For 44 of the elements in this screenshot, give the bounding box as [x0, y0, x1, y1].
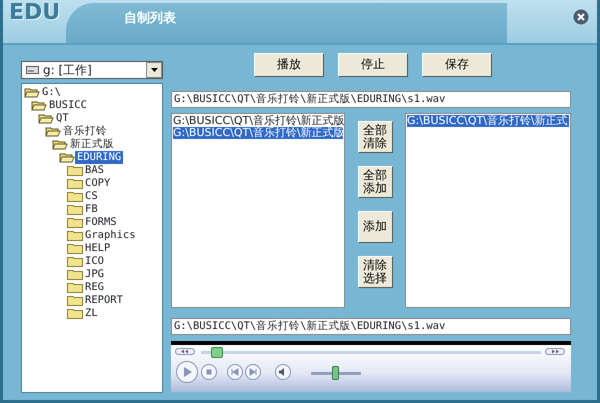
tree-item[interactable]: CS — [83, 190, 100, 203]
tree-item[interactable]: ICO — [83, 255, 106, 268]
file-field[interactable]: G:\BUSICC\QT\音乐打铃\新正式版\EDURING\s1.wav — [171, 318, 571, 335]
list-item[interactable]: G:\BUSICC\QT\音乐打铃\新正式版 — [173, 115, 343, 127]
tree-item[interactable]: 新正式版 — [68, 138, 116, 151]
tree-item[interactable]: Graphics — [83, 229, 138, 242]
tree-item[interactable]: 音乐打铃 — [61, 125, 109, 138]
dropdown-arrow-icon — [150, 68, 158, 72]
tree-item[interactable]: FORMS — [83, 216, 119, 229]
tree-item[interactable]: JPG — [83, 268, 106, 281]
list-item[interactable]: G:\BUSICC\QT\音乐打铃\新正式 — [407, 115, 569, 127]
previous-icon[interactable] — [227, 364, 243, 380]
toolbar-button[interactable]: 停止 — [338, 53, 408, 77]
volume-slider-thumb[interactable] — [332, 366, 338, 380]
tree-item[interactable]: G:\ — [40, 86, 63, 99]
tree-item[interactable]: QT — [54, 112, 71, 125]
rewind-icon[interactable] — [175, 348, 195, 355]
tree-item[interactable]: EDURING — [75, 151, 124, 164]
stop-icon[interactable] — [201, 364, 217, 380]
action-button[interactable]: 添加 — [358, 211, 392, 243]
tree-item[interactable]: REPORT — [83, 294, 125, 307]
next-icon[interactable] — [245, 364, 261, 380]
tree-item[interactable]: HELP — [83, 242, 112, 255]
action-button[interactable]: 全部添加 — [358, 166, 392, 198]
action-button[interactable]: 全部清除 — [358, 121, 392, 153]
tree-item[interactable]: BUSICC — [47, 99, 89, 112]
action-button[interactable]: 清除选择 — [358, 256, 392, 288]
drive-select[interactable]: g: [工作] — [21, 61, 163, 79]
tree-item[interactable]: COPY — [83, 177, 112, 190]
window-title: 自制列表 — [124, 11, 176, 26]
path-field[interactable]: G:\BUSICC\QT\音乐打铃\新正式版\EDURING\s1.wav — [171, 91, 571, 108]
seek-slider-thumb[interactable] — [211, 347, 224, 358]
tree-item[interactable]: REG — [83, 281, 106, 294]
play-icon[interactable] — [176, 361, 198, 383]
app-logo: EDU — [8, 0, 62, 26]
fast-forward-icon[interactable] — [545, 348, 565, 355]
toolbar-button[interactable]: 保存 — [422, 53, 492, 77]
drive-icon — [26, 66, 39, 74]
tree-item[interactable]: FB — [83, 203, 100, 216]
tree-item[interactable]: BAS — [83, 164, 106, 177]
speaker-icon[interactable] — [275, 364, 291, 380]
tree-item[interactable]: ZL — [83, 307, 100, 320]
play-button[interactable]: 播放 — [254, 53, 324, 77]
list-item[interactable]: G:\BUSICC\QT\音乐打铃\新正式版 — [173, 127, 343, 139]
